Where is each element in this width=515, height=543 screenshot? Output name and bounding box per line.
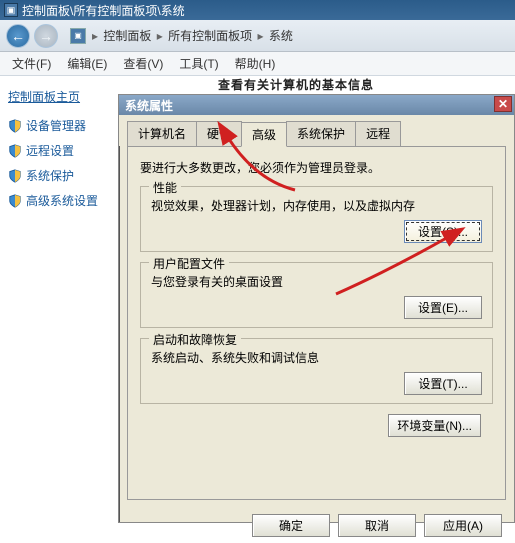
shield-icon [8, 119, 22, 133]
sidebar-item-device-manager[interactable]: 设备管理器 [6, 113, 108, 138]
dialog-title: 系统属性 [125, 97, 173, 114]
settings-profile-button[interactable]: 设置(E)... [404, 296, 482, 319]
menu-help[interactable]: 帮助(H) [227, 53, 284, 74]
menu-tools[interactable]: 工具(T) [171, 53, 226, 74]
menu-view[interactable]: 查看(V) [115, 53, 171, 74]
ok-button[interactable]: 确定 [252, 514, 330, 537]
env-vars-button[interactable]: 环境变量(N)... [388, 414, 481, 437]
sidebar-item-advanced[interactable]: 高级系统设置 [6, 188, 108, 213]
dialog-titlebar[interactable]: 系统属性 ✕ [119, 95, 514, 115]
breadcrumb[interactable]: ▸ 控制面板 ▸ 所有控制面板项 ▸ 系统 [90, 27, 293, 44]
tab-panel-advanced: 要进行大多数更改，您必须作为管理员登录。 性能 视觉效果，处理器计划，内存使用，… [127, 146, 506, 500]
window-title: 控制面板\所有控制面板项\系统 [22, 2, 185, 19]
sidebar-item-label: 设备管理器 [26, 117, 86, 134]
breadcrumb-p3[interactable]: 系统 [269, 29, 293, 43]
sidebar-item-remote[interactable]: 远程设置 [6, 138, 108, 163]
cancel-button[interactable]: 取消 [338, 514, 416, 537]
system-icon: ▣ [4, 3, 18, 17]
group-desc: 视觉效果，处理器计划，内存使用，以及虚拟内存 [151, 197, 482, 214]
breadcrumb-p1[interactable]: 控制面板 [103, 29, 151, 43]
tab-protection[interactable]: 系统保护 [286, 121, 356, 146]
breadcrumb-p2[interactable]: 所有控制面板项 [168, 29, 252, 43]
settings-perf-button[interactable]: 设置(S)... [404, 220, 482, 243]
group-desc: 与您登录有关的桌面设置 [151, 273, 482, 290]
sidebar: 控制面板主页 设备管理器 远程设置 系统保护 高级系统设置 [0, 76, 114, 221]
group-desc: 系统启动、系统失败和调试信息 [151, 349, 482, 366]
sidebar-item-label: 系统保护 [26, 167, 74, 184]
group-label: 性能 [149, 179, 181, 196]
tab-computer-name[interactable]: 计算机名 [127, 121, 197, 146]
sidebar-header[interactable]: 控制面板主页 [6, 84, 108, 113]
dialog-button-row: 确定 取消 应用(A) [119, 508, 514, 543]
settings-startup-button[interactable]: 设置(T)... [404, 372, 482, 395]
menu-edit[interactable]: 编辑(E) [59, 53, 115, 74]
nav-toolbar: ← → ▣ ▸ 控制面板 ▸ 所有控制面板项 ▸ 系统 [0, 20, 515, 52]
group-startup: 启动和故障恢复 系统启动、系统失败和调试信息 设置(T)... [140, 338, 493, 404]
back-button[interactable]: ← [6, 24, 30, 48]
main-heading: 查看有关计算机的基本信息 [218, 76, 374, 92]
menu-bar: 文件(F) 编辑(E) 查看(V) 工具(T) 帮助(H) [0, 52, 515, 76]
group-label: 用户配置文件 [149, 255, 229, 272]
sidebar-item-label: 远程设置 [26, 142, 74, 159]
location-icon: ▣ [70, 28, 86, 44]
tab-remote[interactable]: 远程 [355, 121, 401, 146]
sidebar-item-label: 高级系统设置 [26, 192, 98, 209]
tab-advanced[interactable]: 高级 [241, 122, 287, 147]
shield-icon [8, 194, 22, 208]
window-titlebar: ▣ 控制面板\所有控制面板项\系统 [0, 0, 515, 20]
apply-button[interactable]: 应用(A) [424, 514, 502, 537]
tab-hardware[interactable]: 硬件 [196, 121, 242, 146]
tab-strip: 计算机名 硬件 高级 系统保护 远程 [119, 115, 514, 146]
group-user-profile: 用户配置文件 与您登录有关的桌面设置 设置(E)... [140, 262, 493, 328]
close-button[interactable]: ✕ [494, 96, 512, 112]
system-properties-dialog: 系统属性 ✕ 计算机名 硬件 高级 系统保护 远程 要进行大多数更改，您必须作为… [118, 94, 515, 523]
group-label: 启动和故障恢复 [149, 331, 241, 348]
shield-icon [8, 144, 22, 158]
group-performance: 性能 视觉效果，处理器计划，内存使用，以及虚拟内存 设置(S)... [140, 186, 493, 252]
shield-icon [8, 169, 22, 183]
sidebar-item-protection[interactable]: 系统保护 [6, 163, 108, 188]
menu-file[interactable]: 文件(F) [4, 53, 59, 74]
forward-button[interactable]: → [34, 24, 58, 48]
admin-note: 要进行大多数更改，您必须作为管理员登录。 [140, 159, 493, 176]
